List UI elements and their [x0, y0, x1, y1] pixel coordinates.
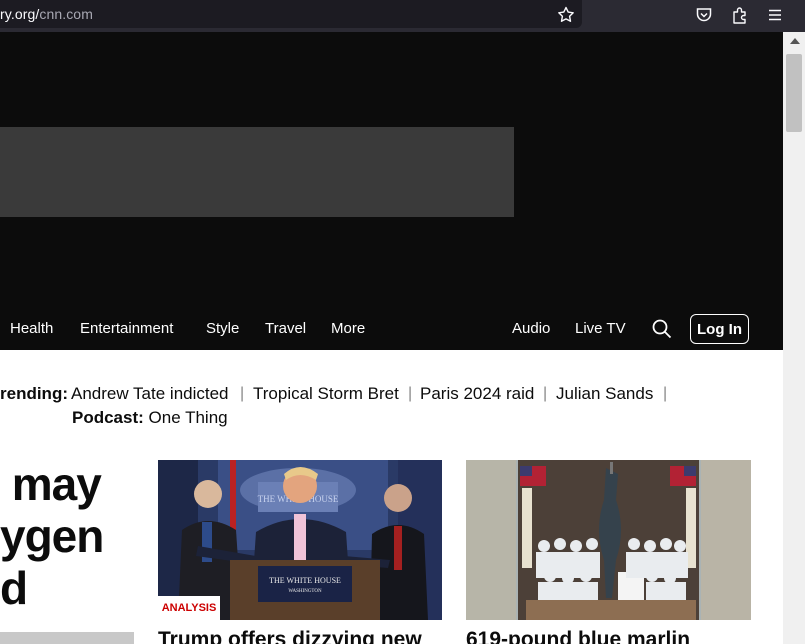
- nav-health[interactable]: Health: [10, 320, 53, 337]
- nav-audio[interactable]: Audio: [512, 320, 550, 337]
- blue-marlin-image[interactable]: [466, 460, 751, 620]
- trending-item[interactable]: Julian Sands: [556, 384, 653, 404]
- trending-item[interactable]: Paris 2024 raid: [420, 384, 534, 404]
- scroll-up-arrow-icon[interactable]: [790, 38, 800, 44]
- nav-live-tv[interactable]: Live TV: [575, 320, 626, 337]
- analysis-badge[interactable]: ANALYSIS: [158, 596, 220, 620]
- web-page: Health Entertainment Style Travel More A…: [0, 32, 783, 644]
- scrollbar-thumb[interactable]: [786, 54, 802, 132]
- login-button[interactable]: Log In: [690, 314, 749, 344]
- trending-separator: |: [240, 385, 245, 402]
- svg-text:WASHINGTON: WASHINGTON: [288, 589, 322, 594]
- url-bar[interactable]: ry.org/cnn.com: [0, 0, 582, 28]
- trending-separator: |: [543, 385, 548, 402]
- url-text[interactable]: ry.org/cnn.com: [0, 6, 93, 22]
- ad-placeholder: [0, 127, 514, 217]
- card-title-trump[interactable]: Trump offers dizzying new: [158, 628, 422, 644]
- menu-icon[interactable]: [764, 4, 786, 26]
- lead-headline[interactable]: may ygen d: [0, 458, 104, 614]
- trending-label: rending:: [0, 384, 68, 403]
- trending-separator: |: [408, 385, 413, 402]
- header-banner: Health Entertainment Style Travel More A…: [0, 32, 783, 350]
- bookmark-star-icon[interactable]: [555, 4, 577, 26]
- extensions-icon[interactable]: [729, 4, 751, 26]
- trending-separator: |: [663, 385, 668, 402]
- nav-entertainment[interactable]: Entertainment: [80, 320, 173, 337]
- trending-item[interactable]: Andrew Tate indicted: [71, 384, 229, 404]
- vertical-scrollbar[interactable]: [783, 32, 805, 644]
- nav-more[interactable]: More: [331, 320, 365, 337]
- nav-travel[interactable]: Travel: [265, 320, 306, 337]
- search-icon[interactable]: [652, 319, 672, 339]
- podcast-row[interactable]: Podcast: One Thing: [72, 408, 228, 428]
- lead-image-edge: [0, 632, 134, 644]
- pocket-icon[interactable]: [693, 4, 715, 26]
- trending-item[interactable]: Tropical Storm Bret: [253, 384, 399, 404]
- svg-text:THE WHITE HOUSE: THE WHITE HOUSE: [269, 576, 341, 585]
- card-title-marlin[interactable]: 619-pound blue marlin: [466, 628, 690, 644]
- nav-style[interactable]: Style: [206, 320, 239, 337]
- browser-toolbar: ry.org/cnn.com: [0, 0, 805, 32]
